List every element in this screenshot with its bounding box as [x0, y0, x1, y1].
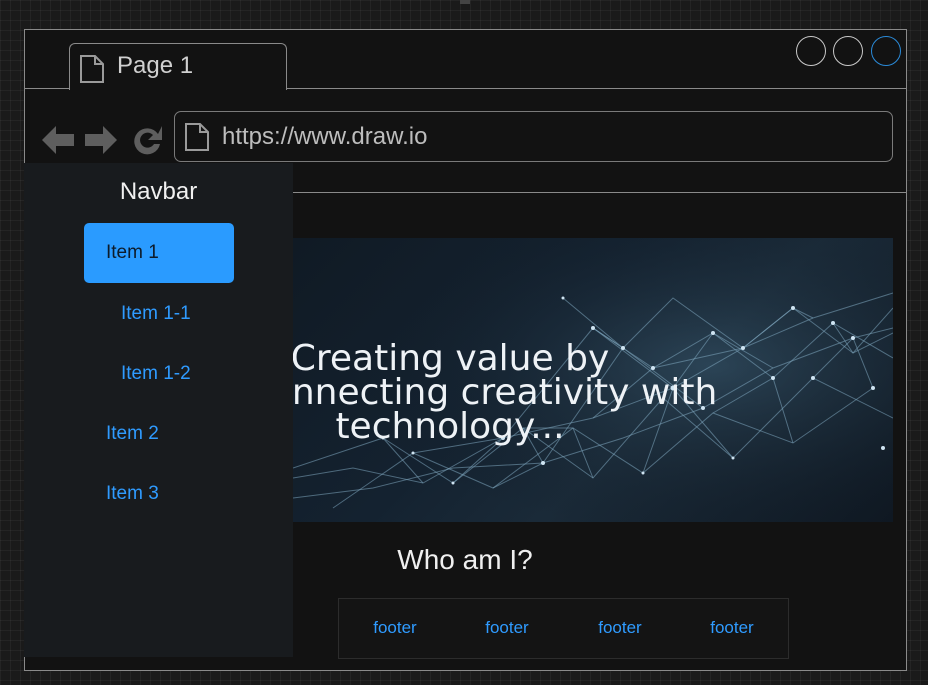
- reload-icon[interactable]: [129, 122, 165, 158]
- forward-arrow-icon[interactable]: [83, 122, 119, 158]
- hero-line-3: technology...: [335, 406, 565, 447]
- page-icon: [185, 123, 209, 151]
- hero-headline: Creating value by connecting creativity …: [293, 338, 718, 447]
- footer-link-1[interactable]: footer: [350, 618, 440, 638]
- back-arrow-icon[interactable]: [40, 122, 76, 158]
- browser-tab[interactable]: Page 1: [69, 43, 287, 90]
- hero-line-2: connecting creativity with: [293, 372, 718, 413]
- sidebar-item-2[interactable]: Item 2: [106, 423, 159, 445]
- tab-bar-line: [24, 88, 70, 89]
- window-minimize-button[interactable]: [796, 36, 826, 66]
- sidebar-title: Navbar: [119, 178, 198, 205]
- url-text: https://www.draw.io: [222, 123, 428, 150]
- footer-link-2[interactable]: footer: [462, 618, 552, 638]
- footer-link-4[interactable]: footer: [687, 618, 777, 638]
- hero-banner: Creating value by connecting creativity …: [293, 238, 893, 522]
- sidebar-item-1-2[interactable]: Item 1-2: [121, 363, 191, 385]
- top-handle: [460, 0, 470, 4]
- hero-line-1: Creating value by: [293, 338, 610, 379]
- footer: footer footer footer footer: [338, 598, 789, 659]
- sidebar-navbar: Navbar Item 1 Item 1-1 Item 1-2 Item 2 I…: [24, 163, 293, 657]
- page-icon: [80, 55, 104, 83]
- window-maximize-button[interactable]: [833, 36, 863, 66]
- footer-link-3[interactable]: footer: [575, 618, 665, 638]
- sidebar-item-1-1[interactable]: Item 1-1: [121, 303, 191, 325]
- tab-label: Page 1: [117, 52, 194, 79]
- sidebar-item-1[interactable]: Item 1: [84, 223, 234, 283]
- sidebar-item-3[interactable]: Item 3: [106, 483, 159, 505]
- sidebar-item-label: Item 1: [106, 242, 159, 263]
- who-am-i-heading: Who am I?: [397, 544, 533, 575]
- tab-bar-line: [286, 88, 907, 89]
- address-bar[interactable]: https://www.draw.io: [174, 111, 893, 162]
- window-close-button[interactable]: [871, 36, 901, 66]
- canvas: Page 1 https://www.draw.io Navbar Item 1…: [0, 0, 928, 685]
